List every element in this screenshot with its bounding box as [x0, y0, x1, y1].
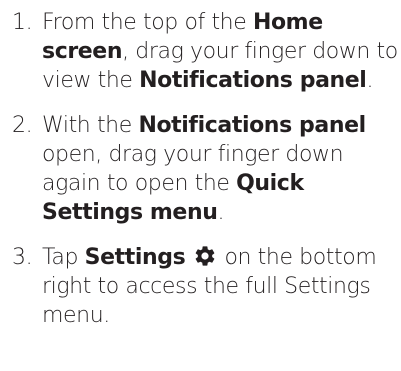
step-text: From the top of the	[42, 10, 253, 35]
step-text: .	[366, 68, 374, 93]
step-number: 2.	[12, 113, 33, 138]
step-text: With the	[42, 113, 139, 138]
step-1: 1. From the top of the Home screen, drag…	[12, 8, 398, 95]
step-text: Tap	[42, 245, 85, 270]
bold-term: Notifications panel	[139, 68, 367, 93]
step-3: 3. Tap Settings on the bottom right to a…	[12, 243, 398, 330]
step-number: 1.	[12, 10, 33, 35]
step-text: .	[217, 200, 225, 225]
bold-term: Notifications panel	[138, 113, 366, 138]
bold-term: Settings	[84, 245, 186, 270]
instruction-list: 1. From the top of the Home screen, drag…	[12, 8, 398, 346]
step-number: 3.	[12, 245, 33, 270]
step-2: 2. With the Notifications panel open, dr…	[12, 111, 398, 227]
gear-icon	[193, 244, 217, 268]
